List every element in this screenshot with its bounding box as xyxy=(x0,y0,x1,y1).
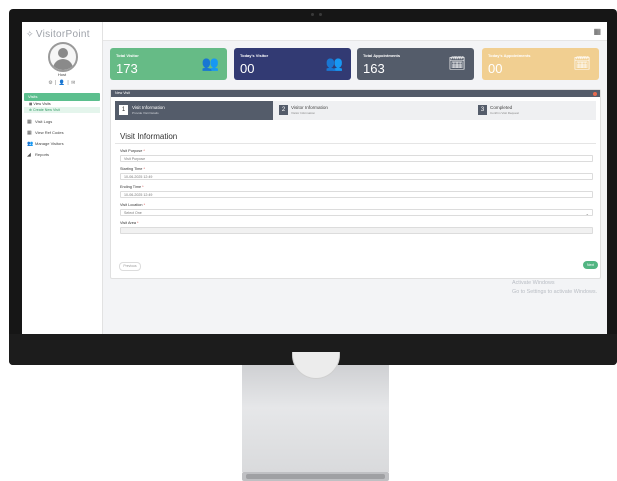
stat-card-total-visitor: Total Visitor 173 👥 xyxy=(110,48,227,80)
step-subtitle: Visitor Information xyxy=(291,111,316,115)
avatar-body-icon xyxy=(53,59,73,70)
step-title: Visitor Information xyxy=(291,105,328,110)
sidebar-item-visit-logs[interactable]: ▦ Visit Logs xyxy=(24,116,100,127)
users-icon: 👥 xyxy=(201,55,219,71)
list-icon: ▦ xyxy=(27,129,32,136)
visit-purpose-input[interactable]: Visit Purpose xyxy=(120,155,593,162)
calendar-check-icon: 🗓 xyxy=(448,55,466,71)
stat-value: 163 xyxy=(363,61,385,76)
visit-purpose-label: Visit Purpose * xyxy=(120,149,145,153)
users-icon: 👥 xyxy=(27,140,34,147)
avatar[interactable] xyxy=(48,42,78,72)
stat-value: 00 xyxy=(240,61,255,76)
camera-sensor-icon xyxy=(319,13,322,16)
stat-label: Today's Visitor xyxy=(240,53,269,58)
stat-card-total-appointments: Total Appointments 163 🗓 xyxy=(357,48,474,80)
step-subtitle: Confirm Visit Request xyxy=(490,111,519,115)
close-icon[interactable] xyxy=(593,91,597,96)
sidebar-item-label: Reports xyxy=(35,152,50,157)
previous-button[interactable]: Previous xyxy=(119,262,141,271)
avatar-head-icon xyxy=(58,48,68,58)
panel-header: New Visit xyxy=(111,90,600,97)
user-name: Host xyxy=(57,72,67,77)
stat-value: 00 xyxy=(488,61,503,76)
screen: ✧ VisitorPoint Host ⚙ | 👤 | ✉ Visits ▦ Vi… xyxy=(22,22,607,334)
top-bar: ▦ xyxy=(103,22,607,41)
stat-label: Total Appointments xyxy=(363,53,401,58)
sidebar-item-label: Visit Logs xyxy=(35,119,53,124)
wizard-steps: 1 Visit Information Provide Visit Detail… xyxy=(115,101,596,120)
logo-icon: ✧ xyxy=(26,29,34,39)
visit-location-label: Visit Location * xyxy=(120,203,146,207)
visit-location-select[interactable]: Select One ⌄ xyxy=(120,209,593,216)
form-title: Visit Information xyxy=(120,132,178,141)
list-icon: ▦ xyxy=(27,118,32,125)
sidebar-item-visits[interactable]: Visits xyxy=(24,93,100,101)
ending-time-input[interactable]: 10-06-2025 12:49 xyxy=(120,191,593,198)
stat-card-todays-appointments: Today's Appointments 00 🗓 xyxy=(482,48,599,80)
new-visit-panel: New Visit 1 Visit Information Provide Vi… xyxy=(110,89,601,279)
users-icon: 👥 xyxy=(325,55,343,71)
sidebar-item-view-ref-codes[interactable]: ▦ View Ref Codes xyxy=(24,127,100,138)
camera-icon xyxy=(311,13,314,16)
sidebar-item-reports[interactable]: ◢ Reports xyxy=(24,149,100,160)
step-number: 1 xyxy=(119,105,128,115)
sidebar-item-manage-visitors[interactable]: 👥 Manage Visitors xyxy=(24,138,100,149)
stat-label: Today's Appointments xyxy=(488,53,531,58)
visit-area-input[interactable] xyxy=(120,227,593,234)
step-number: 3 xyxy=(478,105,487,115)
sidebar-item-label: Manage Visitors xyxy=(35,141,64,146)
ending-time-label: Ending Time * xyxy=(120,185,144,189)
stat-label: Total Visitor xyxy=(116,53,139,58)
panel-title: New Visit xyxy=(115,91,130,95)
starting-time-label: Starting Time * xyxy=(120,167,145,171)
stat-value: 173 xyxy=(116,61,138,76)
monitor-stand-base-slot xyxy=(246,474,385,479)
step-number: 2 xyxy=(279,105,288,115)
grid-menu-icon[interactable]: ▦ xyxy=(593,27,601,36)
monitor-stand xyxy=(242,365,389,472)
next-button[interactable]: Next xyxy=(583,261,598,269)
sidebar: ✧ VisitorPoint Host ⚙ | 👤 | ✉ Visits ▦ Vi… xyxy=(22,22,103,334)
visit-location-value: Select One xyxy=(124,211,142,215)
calendar-check-icon: 🗓 xyxy=(573,55,591,71)
watermark-line-2: Go to Settings to activate Windows. xyxy=(512,289,598,295)
step-visit-information[interactable]: 1 Visit Information Provide Visit Detail… xyxy=(115,101,273,120)
visit-area-label: Visit Area * xyxy=(120,221,139,225)
app-logo[interactable]: ✧ VisitorPoint xyxy=(26,29,90,40)
starting-time-input[interactable]: 10-06-2025 12:49 xyxy=(120,173,593,180)
sidebar-nav: Visits ▦ View Visits ⊕ Create New Visit … xyxy=(24,93,100,160)
watermark-line-1: Activate Windows xyxy=(512,280,555,286)
activate-windows-watermark: Activate Windows Go to Settings to activ… xyxy=(512,279,602,297)
stat-card-todays-visitor: Today's Visitor 00 👥 xyxy=(234,48,351,80)
chevron-down-icon: ⌄ xyxy=(585,211,589,216)
sidebar-item-label: View Ref Codes xyxy=(35,130,64,135)
step-title: Completed xyxy=(490,105,513,110)
step-title: Visit Information xyxy=(132,105,165,110)
step-subtitle: Provide Visit Details xyxy=(132,111,159,115)
chart-icon: ◢ xyxy=(27,151,31,158)
divider xyxy=(115,143,596,144)
logo-text: VisitorPoint xyxy=(35,29,90,40)
user-actions-icons[interactable]: ⚙ | 👤 | ✉ xyxy=(22,80,102,86)
